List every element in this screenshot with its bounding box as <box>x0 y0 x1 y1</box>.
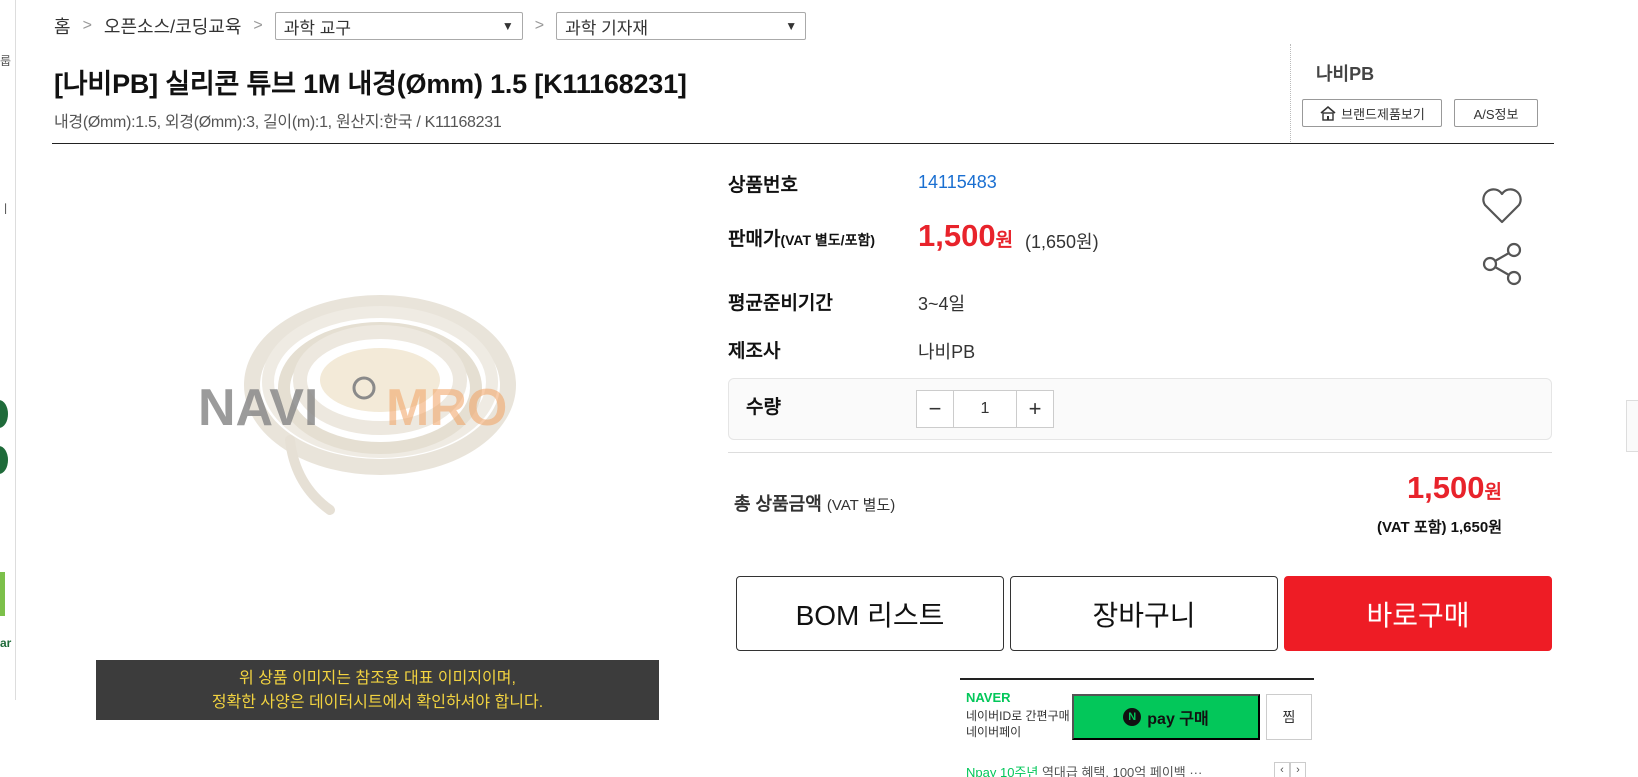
price-label: 판매가(VAT 별도/포함) <box>728 224 875 251</box>
as-info-label: A/S정보 <box>1473 106 1519 122</box>
naver-promo-highlight: Npay 10주년 <box>966 765 1039 777</box>
naver-promo-nav: ‹ › <box>1274 762 1306 777</box>
naver-promo-body: 역대급 혜택, 100억 페이백 ··· <box>1038 765 1203 777</box>
left-sidebar-edge: 룹 ㅣ ar <box>0 0 16 700</box>
total-label-note: (VAT 별도) <box>826 497 896 514</box>
naver-pay-description: 네이버ID로 간편구매 네이버페이 <box>966 708 1070 740</box>
product-no-label: 상품번호 <box>728 175 798 196</box>
home-icon <box>1320 105 1336 121</box>
sidebar-banner[interactable] <box>0 572 5 616</box>
naver-pay-label: pay 구매 <box>1147 711 1209 728</box>
total-label: 총 상품금액 (VAT 별도) <box>734 490 895 516</box>
chevron-right-icon: > <box>534 17 545 34</box>
breadcrumb-category1[interactable]: 오픈소스/코딩교육 <box>104 13 241 39</box>
bom-list-button[interactable]: BOM 리스트 <box>736 576 1004 651</box>
heart-icon[interactable] <box>1478 182 1526 230</box>
sidebar-badge-icon[interactable] <box>0 446 8 474</box>
sale-price-vat: (1,650원) <box>1025 232 1099 252</box>
naver-sub-line1: 네이버ID로 간편구매 <box>966 709 1070 723</box>
product-spec-summary: 내경(Ømm):1.5, 외경(Ømm):3, 길이(m):1, 원산지:한국 … <box>54 114 502 131</box>
naver-promo-text[interactable]: Npay 10주년 역대급 혜택, 100억 페이백 ··· <box>966 762 1202 777</box>
total-price: 1,500원 <box>1407 470 1502 506</box>
chevron-down-icon: ▼ <box>501 19 514 33</box>
sale-price: 1,500원 <box>918 218 1013 254</box>
right-floating-tab[interactable] <box>1626 400 1638 452</box>
total-label-text: 총 상품금액 <box>734 494 822 514</box>
sidebar-fragment: 룹 <box>0 54 12 68</box>
sale-price-unit: 원 <box>995 230 1014 251</box>
image-notice-line1: 위 상품 이미지는 참조용 대표 이미지이며, <box>239 670 516 687</box>
total-price-unit: 원 <box>1484 482 1502 503</box>
brand-name[interactable]: 나비PB <box>1316 60 1374 86</box>
total-price-value: 1,500 <box>1406 470 1485 505</box>
quantity-input[interactable]: 1 <box>954 390 1016 428</box>
sidebar-fragment: ar <box>0 636 12 650</box>
chevron-right-icon[interactable]: › <box>1290 762 1306 777</box>
image-notice-line2: 정확한 사양은 데이터시트에서 확인하셔야 합니다. <box>211 694 544 711</box>
chevron-down-icon: ▼ <box>785 19 798 33</box>
maker-value: 나비PB <box>918 342 976 362</box>
quantity-label: 수량 <box>746 397 781 418</box>
quantity-stepper: − 1 + <box>916 390 1054 428</box>
product-image: NAVI MRO <box>198 295 516 515</box>
breadcrumb-home[interactable]: 홈 <box>54 13 71 39</box>
sidebar-badge-icon[interactable] <box>0 400 8 428</box>
chevron-left-icon[interactable]: ‹ <box>1274 762 1290 777</box>
chevron-right-icon: > <box>82 17 92 34</box>
chevron-right-icon: > <box>253 17 263 34</box>
product-no-value[interactable]: 14115483 <box>918 172 997 193</box>
lead-time-value: 3~4일 <box>918 294 966 314</box>
watermark-mro: MRO <box>386 379 507 437</box>
naver-logo: NAVER <box>966 690 1011 705</box>
sale-price-value: 1,500 <box>918 218 996 253</box>
naver-zzim-button[interactable]: 찜 <box>1266 694 1312 740</box>
naver-pay-button[interactable]: N pay 구매 <box>1072 694 1260 740</box>
category2-select[interactable]: 과학 교구 ▼ <box>274 12 523 40</box>
sidebar-fragment: ㅣ <box>0 202 12 216</box>
quantity-decrease-button[interactable]: − <box>916 390 954 428</box>
share-icon[interactable] <box>1478 240 1526 288</box>
product-title: [나비PB] 실리콘 튜브 1M 내경(Ømm) 1.5 [K11168231] <box>54 69 687 99</box>
quantity-increase-button[interactable]: + <box>1016 390 1054 428</box>
buy-now-button[interactable]: 바로구매 <box>1284 576 1552 651</box>
naver-n-icon: N <box>1123 708 1142 726</box>
brand-divider <box>1290 44 1291 142</box>
category3-selected: 과학 기자재 <box>565 18 649 38</box>
as-info-button[interactable]: A/S정보 <box>1454 99 1538 127</box>
brand-products-button[interactable]: 브랜드제품보기 <box>1302 99 1442 127</box>
breadcrumb: 홈 > 오픈소스/코딩교육 > 과학 교구 ▼ > 과학 기자재 ▼ <box>54 11 807 41</box>
header-divider <box>52 143 1554 144</box>
maker-label: 제조사 <box>728 341 781 362</box>
quantity-panel <box>728 378 1552 440</box>
price-label-note: (VAT 별도/포함) <box>780 232 875 248</box>
add-to-cart-button[interactable]: 장바구니 <box>1010 576 1278 651</box>
brand-products-label: 브랜드제품보기 <box>1341 106 1425 122</box>
total-price-vat: (VAT 포함) 1,650원 <box>1376 519 1502 536</box>
watermark-navi: NAVI <box>198 379 318 437</box>
category3-select[interactable]: 과학 기자재 ▼ <box>556 12 807 40</box>
naver-sub-line2: 네이버페이 <box>966 725 1022 739</box>
image-notice: 위 상품 이미지는 참조용 대표 이미지이며, 정확한 사양은 데이터시트에서 … <box>96 660 659 720</box>
price-label-text: 판매가 <box>728 229 781 250</box>
quantity-divider <box>728 452 1552 453</box>
category2-selected: 과학 교구 <box>283 18 352 38</box>
lead-time-label: 평균준비기간 <box>728 293 833 314</box>
